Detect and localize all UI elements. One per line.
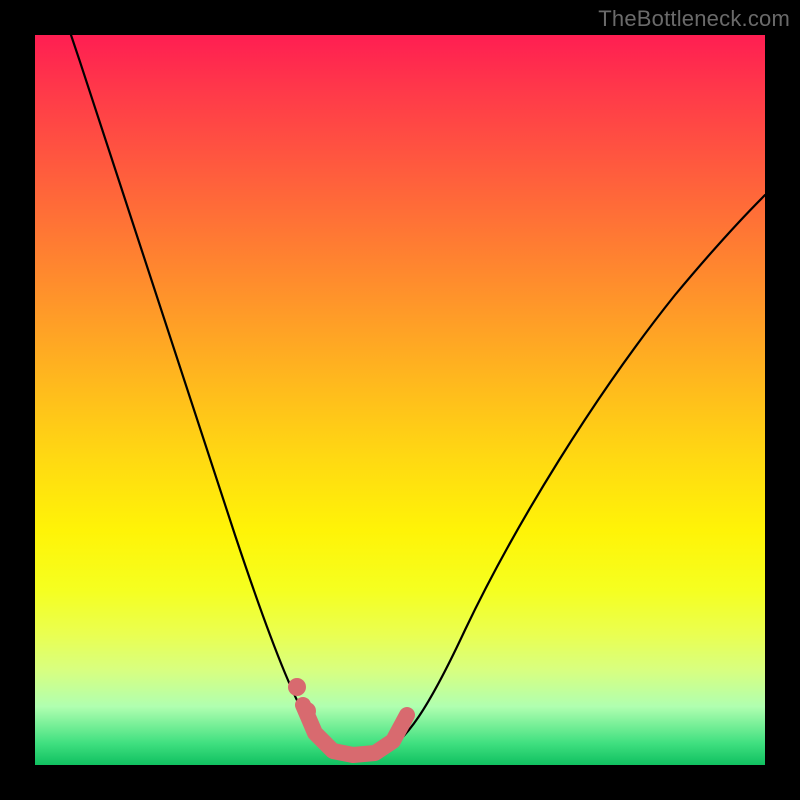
- curve-svg: [35, 35, 765, 765]
- optimal-range-overlay: [303, 705, 407, 755]
- chart-frame: TheBottleneck.com: [0, 0, 800, 800]
- bottleneck-curve: [71, 35, 765, 755]
- plot-area: [35, 35, 765, 765]
- watermark: TheBottleneck.com: [598, 6, 790, 32]
- overlay-dot-2: [298, 702, 316, 720]
- overlay-dot-1: [288, 678, 306, 696]
